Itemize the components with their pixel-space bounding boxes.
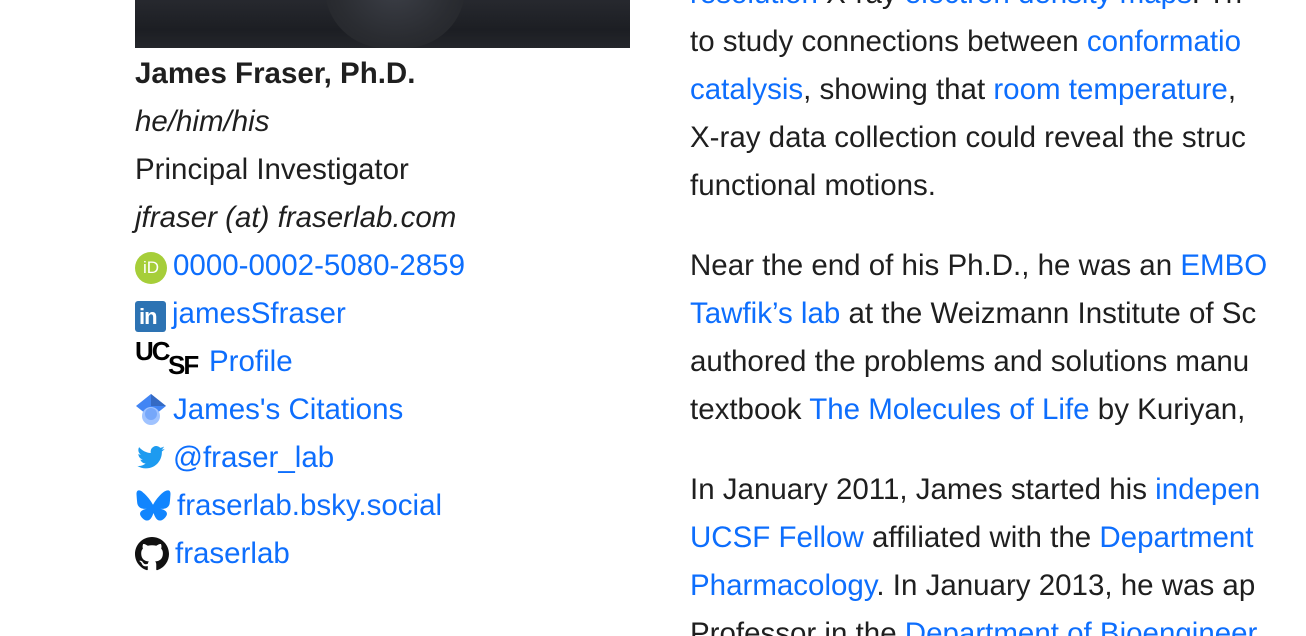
bio-paragraph-2: Near the end of his Ph.D., he was an EMB…: [690, 242, 1306, 434]
biography: resolution X-ray electron density maps. …: [690, 0, 1306, 636]
bio-line: functional motions.: [690, 169, 936, 202]
profile-email: jfraser (at) fraserlab.com: [135, 201, 457, 234]
linkedin-icon: in: [135, 300, 166, 332]
department-link[interactable]: Department: [1099, 521, 1253, 554]
resolution-link[interactable]: resolution: [690, 0, 818, 10]
bio-text: In January 2011, James started his: [690, 473, 1156, 506]
bio-text: X-ray: [818, 0, 905, 10]
bio-text: at the Weizmann Institute of Sc: [840, 297, 1257, 330]
bio-text: affiliated with the: [863, 521, 1100, 554]
orcid-row: iD 0000-0002-5080-2859: [135, 242, 635, 290]
bio-line: catalysis, showing that room temperature…: [690, 66, 1306, 114]
bio-text: by Kuriyan,: [1089, 393, 1246, 426]
bluesky-link[interactable]: fraserlab.bsky.social: [177, 482, 442, 530]
tawfik-lab-link[interactable]: Tawfik’s lab: [690, 297, 840, 330]
bio-line: UCSF Fellow affiliated with the Departme…: [690, 514, 1306, 562]
bio-line: Pharmacology. In January 2013, he was ap: [690, 562, 1306, 610]
linkedin-icon-glyph: in: [139, 303, 158, 329]
twitter-bird-icon: [137, 446, 165, 469]
scholar-citations-link[interactable]: James's Citations: [173, 386, 403, 434]
orcid-icon: iD: [135, 252, 167, 284]
profile-role: Principal Investigator: [135, 153, 409, 186]
room-temperature-link[interactable]: room temperature: [993, 73, 1227, 106]
bio-line: textbook The Molecules of Life by Kuriya…: [690, 386, 1306, 434]
catalysis-link[interactable]: catalysis: [690, 73, 803, 106]
twitter-row: @fraser_lab: [135, 434, 635, 482]
profile-pronouns: he/him/his: [135, 105, 270, 138]
bio-text: to study connections between: [690, 25, 1087, 58]
ucsf-logo-top: UC: [135, 336, 171, 366]
ucsf-profile-link[interactable]: Profile: [209, 338, 293, 386]
bio-text: textbook: [690, 393, 810, 426]
profile-photo: [135, 0, 630, 48]
github-link[interactable]: fraserlab: [175, 530, 290, 578]
bio-paragraph-3: In January 2011, James started his indep…: [690, 466, 1306, 636]
orcid-link[interactable]: 0000-0002-5080-2859: [173, 242, 465, 290]
profile-photo-shirt: [325, 0, 465, 48]
bio-line: Tawfik’s lab at the Weizmann Institute o…: [690, 290, 1306, 338]
github-icon: [135, 537, 169, 571]
independent-link[interactable]: indepen: [1155, 473, 1260, 506]
bio-text: Professor in the: [690, 617, 905, 636]
bio-line: authored the problems and solutions manu: [690, 345, 1250, 378]
bio-line: Professor in the Department of Bioengine…: [690, 610, 1306, 636]
embo-link[interactable]: EMBO: [1180, 249, 1267, 282]
bluesky-butterfly-icon: [136, 490, 171, 521]
ucsf-row: UC SF Profile: [135, 336, 635, 386]
department-of-bioengineering-link[interactable]: Department of Bioengineer: [905, 617, 1258, 636]
ucsf-logo-icon: UC SF: [135, 336, 203, 380]
bio-text: Near the end of his Ph.D., he was an: [690, 249, 1181, 282]
bio-line: resolution X-ray electron density maps. …: [690, 0, 1306, 18]
bio-line: X-ray data collection could reveal the s…: [690, 121, 1246, 154]
electron-density-maps-link[interactable]: electron density maps: [905, 0, 1192, 10]
scholar-row: James's Citations: [135, 386, 635, 434]
bio-line: Near the end of his Ph.D., he was an EMB…: [690, 242, 1306, 290]
twitter-link[interactable]: @fraser_lab: [173, 434, 334, 482]
google-scholar-icon: [136, 394, 166, 425]
bio-paragraph-1: resolution X-ray electron density maps. …: [690, 0, 1306, 210]
bio-line: to study connections between conformatio: [690, 18, 1306, 66]
bio-text: ,: [1227, 73, 1237, 106]
linkedin-link[interactable]: jamesSfraser: [172, 290, 346, 338]
profile-card: James Fraser, Ph.D. he/him/his Principal…: [135, 50, 635, 578]
pharmacology-link[interactable]: Pharmacology: [690, 569, 876, 602]
bio-text: . In January 2013, he was ap: [876, 569, 1256, 602]
profile-name: James Fraser, Ph.D.: [135, 57, 416, 90]
bluesky-row: fraserlab.bsky.social: [135, 482, 635, 530]
github-row: fraserlab: [135, 530, 635, 578]
molecules-of-life-link[interactable]: The Molecules of Life: [809, 393, 1089, 426]
linkedin-row: in jamesSfraser: [135, 290, 635, 338]
conformational-link[interactable]: conformatio: [1087, 25, 1241, 58]
ucsf-logo-bottom: SF: [168, 350, 199, 380]
bio-text: . Th: [1192, 0, 1242, 10]
bio-line: In January 2011, James started his indep…: [690, 466, 1306, 514]
bio-text: , showing that: [803, 73, 994, 106]
ucsf-fellow-link[interactable]: UCSF Fellow: [690, 521, 864, 554]
